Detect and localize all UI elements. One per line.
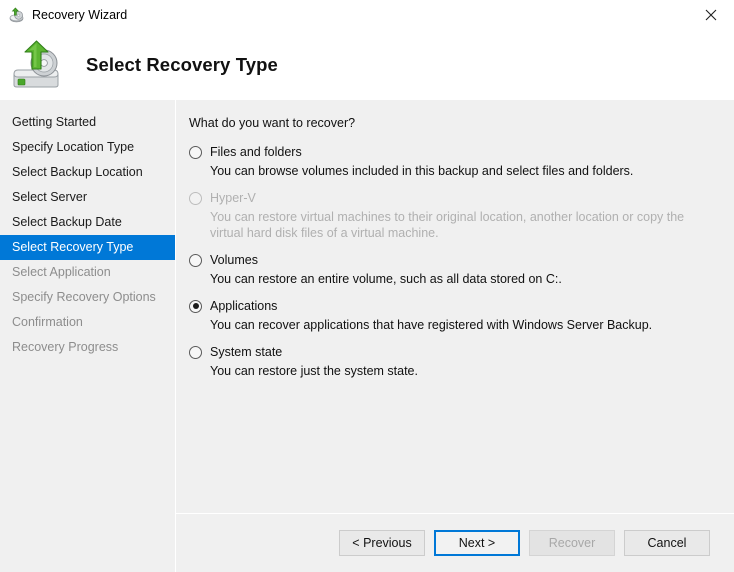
option-volumes-row[interactable]: Volumes [189,253,720,267]
sidebar-item-recovery-progress: Recovery Progress [0,335,175,360]
radio-files-and-folders[interactable] [189,146,202,159]
radio-applications[interactable] [189,300,202,313]
option-system-state-row[interactable]: System state [189,345,720,359]
option-hyper-v-description: You can restore virtual machines to thei… [210,209,720,241]
sidebar-item-select-application: Select Application [0,260,175,285]
recover-button: Recover [529,530,615,556]
wizard-steps-sidebar: Getting Started Specify Location Type Se… [0,100,176,572]
option-volumes-description: You can restore an entire volume, such a… [210,271,720,287]
wizard-content: What do you want to recover? Files and f… [176,100,734,572]
wizard-button-bar: < Previous Next > Recover Cancel [176,513,734,572]
sidebar-item-select-backup-date[interactable]: Select Backup Date [0,210,175,235]
page-header: Select Recovery Type [0,30,734,100]
option-applications-label: Applications [210,299,277,313]
radio-system-state[interactable] [189,346,202,359]
wizard-body: Getting Started Specify Location Type Se… [0,100,734,572]
sidebar-item-select-recovery-type[interactable]: Select Recovery Type [0,235,175,260]
recovery-disk-large-icon [11,39,71,91]
previous-button[interactable]: < Previous [339,530,425,556]
sidebar-item-select-backup-location[interactable]: Select Backup Location [0,160,175,185]
radio-volumes[interactable] [189,254,202,267]
title-bar: Recovery Wizard [0,0,734,30]
option-applications[interactable]: Applications You can recover application… [189,299,720,333]
recovery-disk-icon [8,7,25,24]
option-files-and-folders-label: Files and folders [210,145,302,159]
next-button[interactable]: Next > [434,530,520,556]
sidebar-item-confirmation: Confirmation [0,310,175,335]
option-volumes[interactable]: Volumes You can restore an entire volume… [189,253,720,287]
option-hyper-v-label: Hyper-V [210,191,256,205]
option-applications-description: You can recover applications that have r… [210,317,720,333]
window-title: Recovery Wizard [32,9,127,22]
recovery-type-panel: What do you want to recover? Files and f… [176,100,734,513]
option-system-state-description: You can restore just the system state. [210,363,720,379]
sidebar-item-specify-location-type[interactable]: Specify Location Type [0,135,175,160]
option-system-state-label: System state [210,345,282,359]
option-volumes-label: Volumes [210,253,258,267]
cancel-button[interactable]: Cancel [624,530,710,556]
page-title: Select Recovery Type [86,54,278,76]
question-label: What do you want to recover? [189,117,720,131]
option-hyper-v: Hyper-V You can restore virtual machines… [189,191,720,241]
option-applications-row[interactable]: Applications [189,299,720,313]
option-files-and-folders-description: You can browse volumes included in this … [210,163,720,179]
option-hyper-v-row: Hyper-V [189,191,720,205]
option-files-and-folders-row[interactable]: Files and folders [189,145,720,159]
sidebar-item-select-server[interactable]: Select Server [0,185,175,210]
option-files-and-folders[interactable]: Files and folders You can browse volumes… [189,145,720,179]
option-system-state[interactable]: System state You can restore just the sy… [189,345,720,379]
sidebar-item-specify-recovery-options: Specify Recovery Options [0,285,175,310]
recovery-wizard-window: Recovery Wizard Select Recover [0,0,734,572]
radio-hyper-v [189,192,202,205]
close-icon[interactable] [688,0,734,30]
sidebar-item-getting-started[interactable]: Getting Started [0,110,175,135]
